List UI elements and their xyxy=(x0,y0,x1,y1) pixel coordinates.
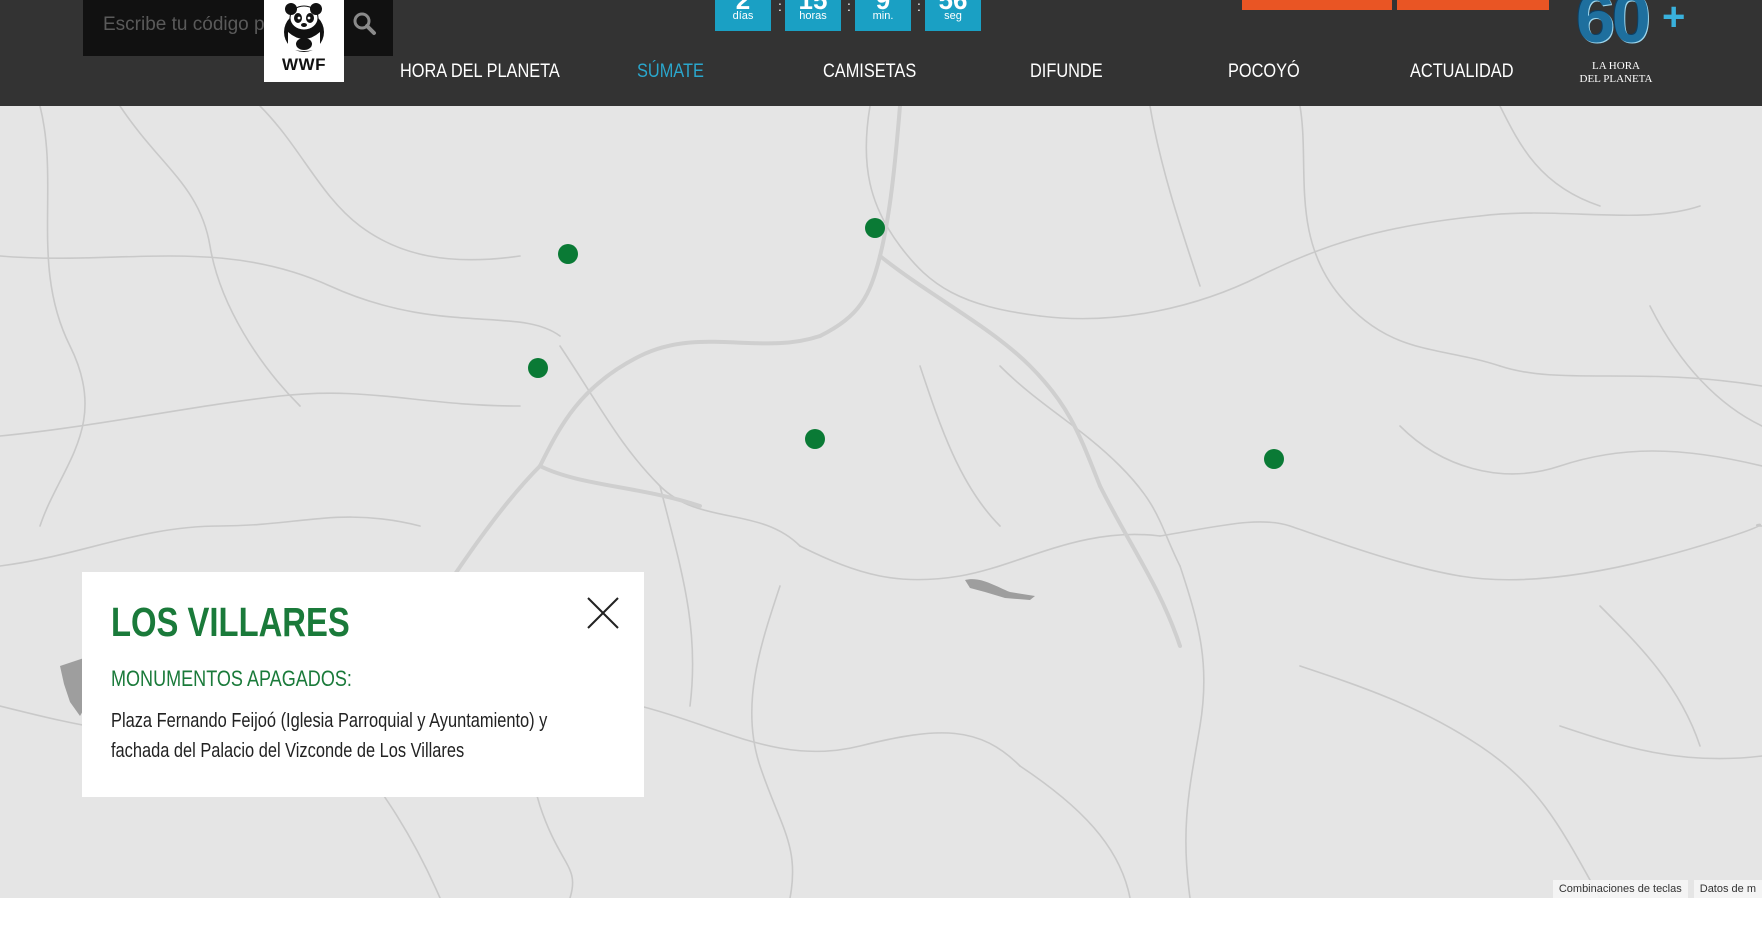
earth-hour-logo[interactable]: 60 + LA HORA DEL PLANETA xyxy=(1576,0,1686,90)
map-marker[interactable] xyxy=(865,218,885,238)
search-icon[interactable] xyxy=(352,11,378,37)
info-window-title: LOS VILLARES xyxy=(111,599,350,645)
orange-button-1[interactable] xyxy=(1242,0,1392,10)
map-footer: Combinaciones de teclas Datos de m xyxy=(1547,880,1762,898)
nav-actualidad[interactable]: ACTUALIDAD xyxy=(1410,56,1514,88)
earth-hour-plus: + xyxy=(1662,0,1686,39)
site-header: WWF 2 días : 15 horas : 9 min. : 56 seg … xyxy=(0,0,1762,106)
countdown-separator: : xyxy=(778,0,782,14)
countdown-hours: 15 horas xyxy=(785,0,841,31)
map-canvas[interactable]: LOS VILLARES MONUMENTOS APAGADOS: Plaza … xyxy=(0,106,1762,898)
close-button[interactable] xyxy=(586,596,620,630)
wwf-logo-text: WWF xyxy=(282,55,326,74)
countdown-seconds-unit: seg xyxy=(944,10,962,22)
countdown-minutes: 9 min. xyxy=(855,0,911,31)
countdown-days: 2 días xyxy=(715,0,771,31)
earth-hour-line1: LA HORA xyxy=(1592,60,1640,72)
nav-difunde[interactable]: DIFUNDE xyxy=(1030,56,1103,88)
info-window: LOS VILLARES MONUMENTOS APAGADOS: Plaza … xyxy=(82,572,644,797)
map-marker[interactable] xyxy=(1264,449,1284,469)
earth-hour-label: LA HORA DEL PLANETA xyxy=(1576,60,1656,86)
nav-pocoyo[interactable]: POCOYÓ xyxy=(1228,56,1300,88)
nav-camisetas[interactable]: CAMISETAS xyxy=(823,56,916,88)
countdown-minutes-unit: min. xyxy=(872,10,894,22)
map-marker[interactable] xyxy=(558,244,578,264)
earth-hour-line2: DEL PLANETA xyxy=(1579,73,1653,85)
nav-sumate[interactable]: SÚMATE xyxy=(637,56,704,88)
countdown-hours-unit: horas xyxy=(799,10,827,22)
earth-hour-60: 60 xyxy=(1576,0,1651,57)
postal-code-search xyxy=(83,0,393,56)
map-data-link[interactable]: Datos de m xyxy=(1693,880,1762,898)
countdown-seconds: 56 seg xyxy=(925,0,981,31)
orange-button-2[interactable] xyxy=(1397,0,1549,10)
keyboard-shortcuts-link[interactable]: Combinaciones de teclas xyxy=(1552,880,1688,898)
wwf-logo[interactable]: WWF xyxy=(264,0,344,82)
countdown-days-unit: días xyxy=(732,10,754,22)
panda-icon xyxy=(284,3,324,52)
countdown-separator: : xyxy=(847,0,851,14)
info-window-subtitle: MONUMENTOS APAGADOS: xyxy=(111,666,352,691)
map-marker[interactable] xyxy=(805,429,825,449)
nav-hora-del-planeta[interactable]: HORA DEL PLANETA xyxy=(400,56,560,88)
map-marker[interactable] xyxy=(528,358,548,378)
countdown-separator: : xyxy=(917,0,921,14)
close-icon xyxy=(587,597,619,629)
info-window-text: Plaza Fernando Feijoó (Iglesia Parroquia… xyxy=(111,710,548,762)
